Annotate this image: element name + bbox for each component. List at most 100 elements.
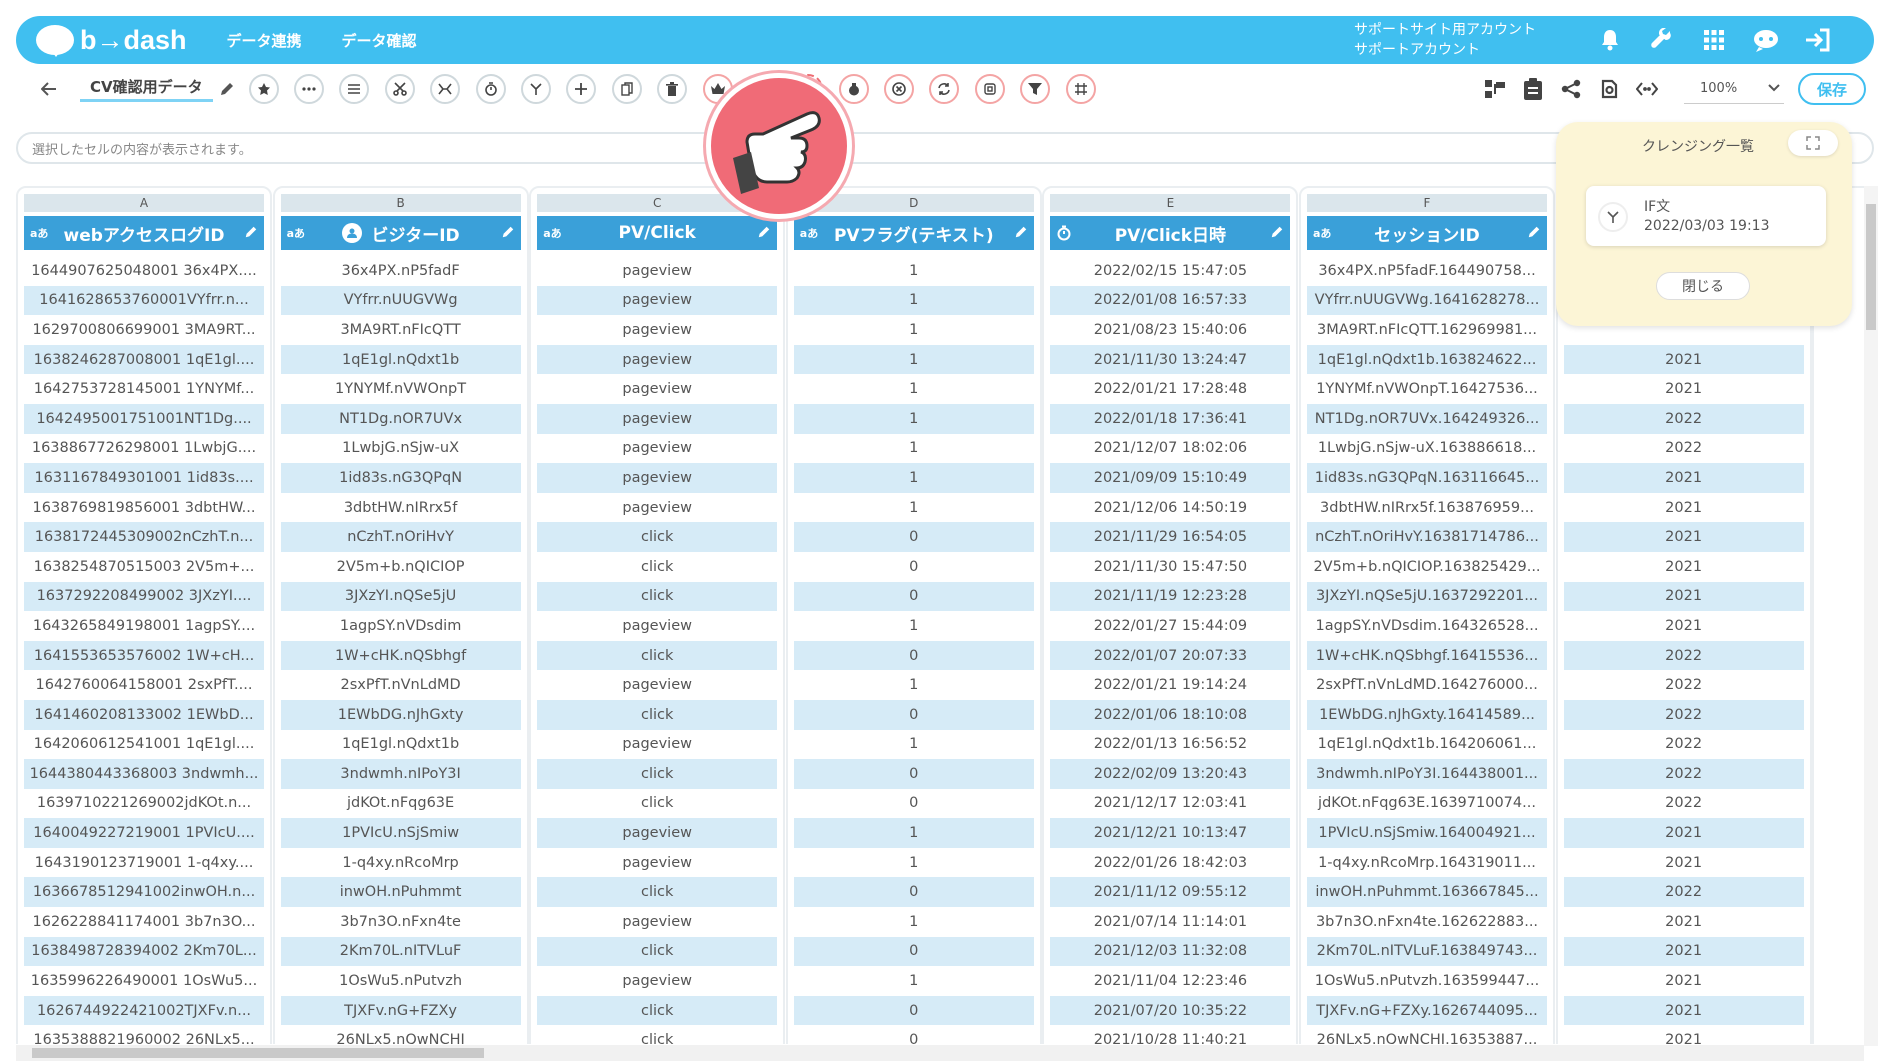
table-cell[interactable]: 2021 (1563, 581, 1804, 612)
table-cell[interactable]: 2021/08/23 15:40:06 (1050, 315, 1290, 345)
refresh-icon[interactable] (929, 74, 960, 104)
table-cell[interactable]: pageview (537, 848, 777, 878)
nav-data-integration[interactable]: データ連携 (227, 30, 302, 51)
table-cell[interactable]: 2021 (1564, 611, 1804, 641)
table-cell[interactable]: pageview (537, 818, 778, 848)
table-cell[interactable]: 3MA9RT.nFIcQTT (281, 315, 521, 345)
table-cell[interactable]: 1 (793, 344, 1034, 375)
table-cell[interactable]: jdKOt.nFqg63E (281, 789, 521, 819)
table-cell[interactable]: 1W+cHK.nQSbhgf (280, 640, 521, 671)
table-cell[interactable]: 1641553653576002 1W+cH... (24, 640, 264, 671)
table-cell[interactable]: 2022 (1563, 699, 1804, 730)
table-cell[interactable]: 1640049227219001 1PVIcU.... (24, 818, 264, 848)
table-cell[interactable]: 1643190123719001 1-q4xy.... (24, 848, 264, 878)
table-cell[interactable]: 2022/01/18 17:36:41 (1050, 403, 1291, 434)
table-cell[interactable]: 1PVIcU.nSjSmiw (280, 818, 521, 848)
pencil-icon[interactable] (757, 224, 771, 244)
table-cell[interactable]: click (537, 640, 778, 671)
table-cell[interactable]: 2021/12/21 10:13:47 (1050, 818, 1291, 848)
table-cell[interactable]: 1629700806699001 3MA9RT... (24, 315, 264, 345)
table-cell[interactable]: 2021/11/30 15:47:50 (1050, 552, 1290, 582)
copy-icon[interactable] (611, 74, 642, 104)
table-cell[interactable]: 2022/01/07 20:07:33 (1050, 640, 1291, 671)
table-cell[interactable]: 2021/12/07 18:02:06 (1050, 434, 1290, 464)
table-cell[interactable]: 0 (794, 789, 1034, 819)
trash-icon[interactable] (657, 74, 688, 104)
table-cell[interactable]: 1638172445309002nCzhT.n... (24, 522, 264, 552)
table-cell[interactable]: 2021/12/03 11:32:08 (1050, 936, 1291, 967)
table-cell[interactable]: 2V5m+b.nQICIOP.163825429... (1307, 552, 1547, 582)
table-cell[interactable]: inwOH.nPuhmmt.163667845... (1307, 877, 1547, 908)
expand-icon[interactable] (1788, 130, 1838, 156)
table-cell[interactable]: pageview (537, 434, 777, 464)
table-cell[interactable]: 1638498728394002 2Km70L... (24, 936, 264, 967)
table-cell[interactable]: pageview (537, 730, 777, 760)
table-cell[interactable]: 2022 (1563, 403, 1804, 434)
table-cell[interactable]: pageview (537, 344, 778, 375)
table-cell[interactable]: 1626744922421002TJXFv.n... (24, 995, 264, 1026)
table-cell[interactable]: nCzhT.nOriHvY (280, 522, 521, 552)
column-header[interactable]: aあ PVフラグ(テキスト) (793, 216, 1034, 250)
table-cell[interactable]: 1EWbDG.nJhGxty.16414589... (1307, 699, 1547, 730)
bell-icon[interactable] (1584, 16, 1636, 64)
table-cell[interactable]: 2022/01/21 19:14:24 (1050, 670, 1290, 700)
table-cell[interactable]: 3JXzYI.nQSe5jU.1637292201... (1307, 581, 1547, 612)
pencil-icon[interactable] (1014, 224, 1028, 244)
save-button[interactable]: 保存 (1798, 73, 1866, 105)
table-cell[interactable]: 2021 (1563, 995, 1804, 1026)
table-cell[interactable]: 2022 (1564, 670, 1804, 700)
table-cell[interactable]: 2022 (1563, 640, 1804, 671)
close-button[interactable]: 閉じる (1656, 272, 1750, 300)
table-cell[interactable]: 3JXzYI.nQSe5jU (280, 581, 521, 612)
cancel-icon[interactable] (884, 74, 915, 104)
table-cell[interactable]: 2021 (1563, 818, 1804, 848)
table-cell[interactable]: pageview (537, 966, 777, 996)
table-cell[interactable]: click (537, 789, 777, 819)
branch-icon[interactable] (520, 74, 551, 104)
table-cell[interactable]: 26NLx5.nQwNCHI.16353887... (1307, 1025, 1547, 1044)
table-cell[interactable]: 2021 (1563, 936, 1804, 967)
table-cell[interactable]: 1-q4xy.nRcoMrp (281, 848, 521, 878)
table-cell[interactable]: 2021 (1564, 552, 1804, 582)
table-cell[interactable]: 3dbtHW.nIRrx5f.163876959... (1307, 493, 1547, 523)
table-cell[interactable]: 1642753728145001 1YNYMf... (24, 374, 264, 404)
table-cell[interactable]: 0 (793, 759, 1034, 789)
table-cell[interactable]: 2021 (1564, 1025, 1804, 1044)
table-cell[interactable]: 1638867726298001 1LwbjG.... (24, 434, 264, 464)
table-cell[interactable]: 1W+cHK.nQSbhgf.16415536... (1307, 640, 1547, 671)
table-cell[interactable]: jdKOt.nFqg63E.1639710074... (1307, 789, 1547, 819)
table-cell[interactable]: 2022/02/09 13:20:43 (1050, 759, 1291, 789)
wrench-icon[interactable] (1636, 16, 1688, 64)
table-cell[interactable]: 1agpSY.nVDsdim.164326528... (1307, 611, 1547, 641)
table-cell[interactable]: 1LwbjG.nSjw-uX.163886618... (1307, 434, 1547, 464)
table-cell[interactable]: 2V5m+b.nQICIOP (281, 552, 521, 582)
table-cell[interactable]: 1-q4xy.nRcoMrp.164319011... (1307, 848, 1547, 878)
table-cell[interactable]: 1PVIcU.nSjSmiw.164004921... (1307, 818, 1547, 848)
vertical-scroll-thumb[interactable] (1866, 204, 1876, 330)
table-cell[interactable]: inwOH.nPuhmmt (280, 877, 521, 908)
pencil-icon[interactable] (1270, 224, 1284, 244)
horizontal-scrollbar[interactable] (16, 1045, 1864, 1061)
table-cell[interactable]: 2021 (1563, 344, 1804, 375)
table-cell[interactable]: 1qE1gl.nQdxt1b.163824622... (1307, 344, 1547, 375)
horizontal-scroll-thumb[interactable] (32, 1048, 484, 1058)
table-cell[interactable]: pageview (537, 256, 777, 286)
table-cell[interactable]: click (537, 936, 778, 967)
apps-grid-icon[interactable] (1688, 16, 1740, 64)
table-cell[interactable]: 1OsWu5.nPutvzh (281, 966, 521, 996)
table-cell[interactable]: 2022/01/21 17:28:48 (1050, 374, 1290, 404)
pencil-icon[interactable] (1527, 224, 1541, 244)
table-cell[interactable]: pageview (537, 611, 777, 641)
chatbot-icon[interactable] (1740, 16, 1792, 64)
table-cell[interactable]: 0 (793, 522, 1034, 552)
table-cell[interactable]: 1 (794, 256, 1034, 286)
table-cell[interactable]: 2021 (1564, 493, 1804, 523)
table-cell[interactable]: click (537, 1025, 777, 1044)
code-icon[interactable] (1628, 74, 1666, 104)
zoom-select[interactable]: 100% (1684, 74, 1784, 104)
table-cell[interactable]: TJXFv.nG+FZXy.1626744095... (1307, 995, 1547, 1026)
table-cell[interactable]: pageview (537, 315, 777, 345)
table-cell[interactable]: 1637292208499002 3JXzYI.... (24, 581, 264, 612)
table-cell[interactable]: 2021/12/06 14:50:19 (1050, 493, 1290, 523)
account-info[interactable]: サポートサイト用アカウント サポートアカウント (1354, 20, 1536, 60)
